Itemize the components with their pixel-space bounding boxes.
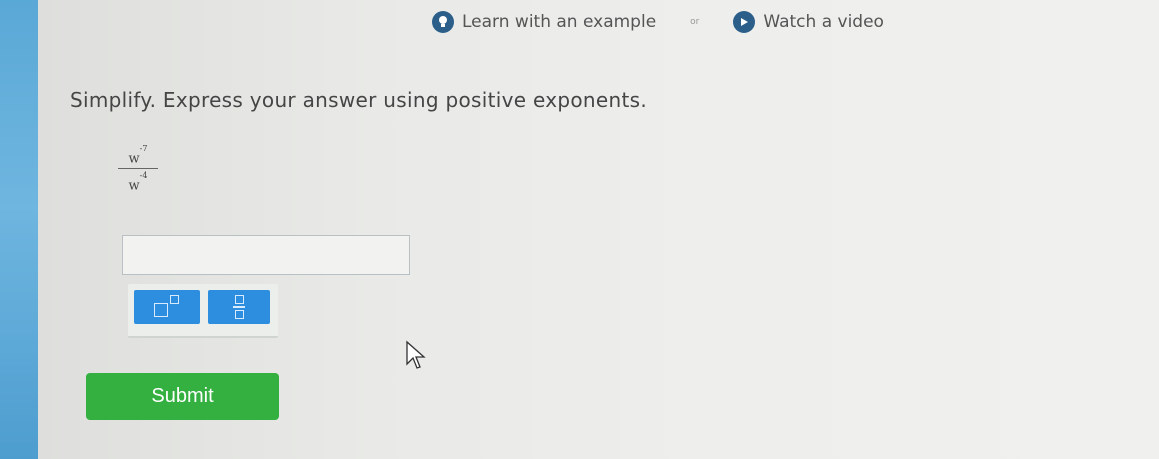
- help-bar: Learn with an example or Watch a video: [432, 9, 884, 35]
- exponent-template-icon: [152, 295, 182, 319]
- answer-input[interactable]: [122, 235, 410, 275]
- denominator-exponent: -4: [139, 171, 148, 180]
- watch-video-link[interactable]: Watch a video: [733, 11, 884, 33]
- fraction-template-icon: [233, 295, 245, 319]
- left-sidebar-strip: [0, 0, 38, 459]
- exponent-button[interactable]: [134, 290, 200, 324]
- fraction-numerator: w-7: [118, 144, 158, 167]
- fraction-denominator: w-4: [118, 171, 158, 194]
- fraction-bar: [118, 168, 158, 169]
- lightbulb-icon: [432, 11, 454, 33]
- learn-with-example-label: Learn with an example: [462, 12, 657, 32]
- expression-fraction: w-7 w-4: [118, 144, 158, 194]
- fraction-button[interactable]: [208, 290, 270, 324]
- numerator-exponent: -7: [139, 144, 148, 153]
- play-icon: [733, 11, 756, 33]
- math-toolbar: [128, 284, 278, 338]
- watch-video-label: Watch a video: [763, 12, 884, 32]
- learn-with-example-link[interactable]: Learn with an example: [432, 11, 656, 33]
- submit-button[interactable]: Submit: [86, 373, 279, 420]
- numerator-base: w: [128, 151, 140, 167]
- denominator-base: w: [128, 178, 140, 194]
- question-instruction: Simplify. Express your answer using posi…: [70, 88, 647, 112]
- mouse-pointer-icon: [406, 340, 426, 369]
- or-separator: or: [690, 17, 700, 27]
